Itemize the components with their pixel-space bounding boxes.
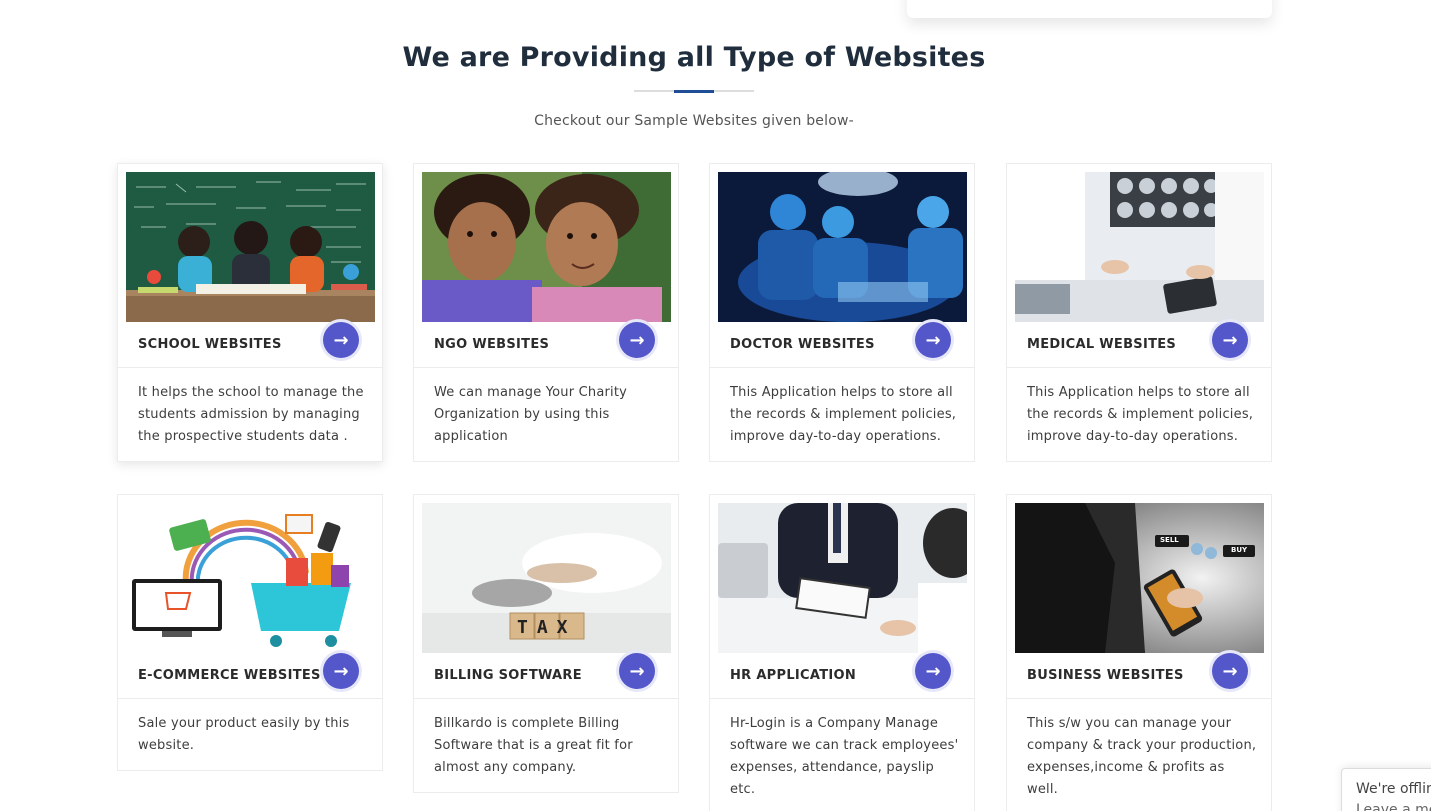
card-title-row: BUSINESS WEBSITES → (1007, 653, 1271, 699)
chat-widget-message: Leave a message (1356, 802, 1431, 811)
card-title-row: E-COMMERCE WEBSITES → (118, 653, 382, 699)
card-title-row: NGO WEBSITES → (414, 322, 678, 368)
arrow-right-icon[interactable]: → (619, 653, 655, 689)
card-image-doctor (718, 172, 967, 322)
card-image-medical (1015, 172, 1264, 322)
card-description: Billkardo is complete Billing Software t… (434, 716, 633, 775)
card-hr-application[interactable]: HR APPLICATION → Hr-Login is a Company M… (709, 494, 975, 811)
card-description: Hr-Login is a Company Manage software we… (730, 716, 959, 797)
card-doctor-websites[interactable]: DOCTOR WEBSITES → This Application helps… (709, 163, 975, 462)
top-floating-card (907, 0, 1272, 18)
arrow-right-icon[interactable]: → (915, 653, 951, 689)
section-title: We are Providing all Type of Websites (402, 42, 986, 73)
section-subtitle: Checkout our Sample Websites given below… (534, 113, 854, 129)
card-title: NGO WEBSITES (434, 337, 550, 352)
card-ecommerce-websites[interactable]: E-COMMERCE WEBSITES → Sale your product … (117, 494, 383, 771)
card-description: We can manage Your Charity Organization … (434, 385, 628, 444)
card-title: MEDICAL WEBSITES (1027, 337, 1177, 352)
chat-widget[interactable]: We're offline Leave a message (1341, 768, 1431, 811)
card-image-business: SELL BUY (1015, 503, 1264, 653)
card-title-row: HR APPLICATION → (710, 653, 974, 699)
card-description: This Application helps to store all the … (730, 385, 957, 444)
card-title-row: MEDICAL WEBSITES → (1007, 322, 1271, 368)
card-school-websites[interactable]: SCHOOL WEBSITES → It helps the school to… (117, 163, 383, 462)
card-image-ecommerce (126, 503, 375, 653)
chat-widget-status: We're offline (1356, 781, 1431, 797)
arrow-right-icon[interactable]: → (1212, 322, 1248, 358)
card-title: DOCTOR WEBSITES (730, 337, 875, 352)
card-title: SCHOOL WEBSITES (138, 337, 282, 352)
card-title-row: BILLING SOFTWARE → (414, 653, 678, 699)
tax-block-letters: TAX (517, 617, 577, 638)
card-description: Sale your product easily by this website… (138, 716, 350, 753)
sell-label: SELL (1160, 536, 1179, 544)
arrow-right-icon[interactable]: → (619, 322, 655, 358)
card-description: It helps the school to manage the studen… (138, 385, 364, 444)
card-ngo-websites[interactable]: NGO WEBSITES → We can manage Your Charit… (413, 163, 679, 462)
arrow-right-icon[interactable]: → (323, 322, 359, 358)
card-business-websites[interactable]: SELL BUY BUSINESS WEBSITES → This s/w yo… (1006, 494, 1272, 811)
card-title-row: SCHOOL WEBSITES → (118, 322, 382, 368)
card-title: E-COMMERCE WEBSITES (138, 668, 321, 683)
card-title: HR APPLICATION (730, 668, 857, 683)
card-image-ngo (422, 172, 671, 322)
title-divider-accent (674, 90, 714, 93)
buy-label: BUY (1231, 546, 1248, 554)
card-medical-websites[interactable]: MEDICAL WEBSITES → This Application help… (1006, 163, 1272, 462)
card-image-billing: TAX (422, 503, 671, 653)
card-title: BILLING SOFTWARE (434, 668, 582, 683)
card-billing-software[interactable]: TAX BILLING SOFTWARE → Billkardo is comp… (413, 494, 679, 793)
card-title-row: DOCTOR WEBSITES → (710, 322, 974, 368)
card-title: BUSINESS WEBSITES (1027, 668, 1184, 683)
card-description: This Application helps to store all the … (1027, 385, 1254, 444)
card-image-school (126, 172, 375, 322)
arrow-right-icon[interactable]: → (915, 322, 951, 358)
card-image-hr (718, 503, 967, 653)
arrow-right-icon[interactable]: → (1212, 653, 1248, 689)
card-description: This s/w you can manage your company & t… (1027, 716, 1257, 797)
arrow-right-icon[interactable]: → (323, 653, 359, 689)
